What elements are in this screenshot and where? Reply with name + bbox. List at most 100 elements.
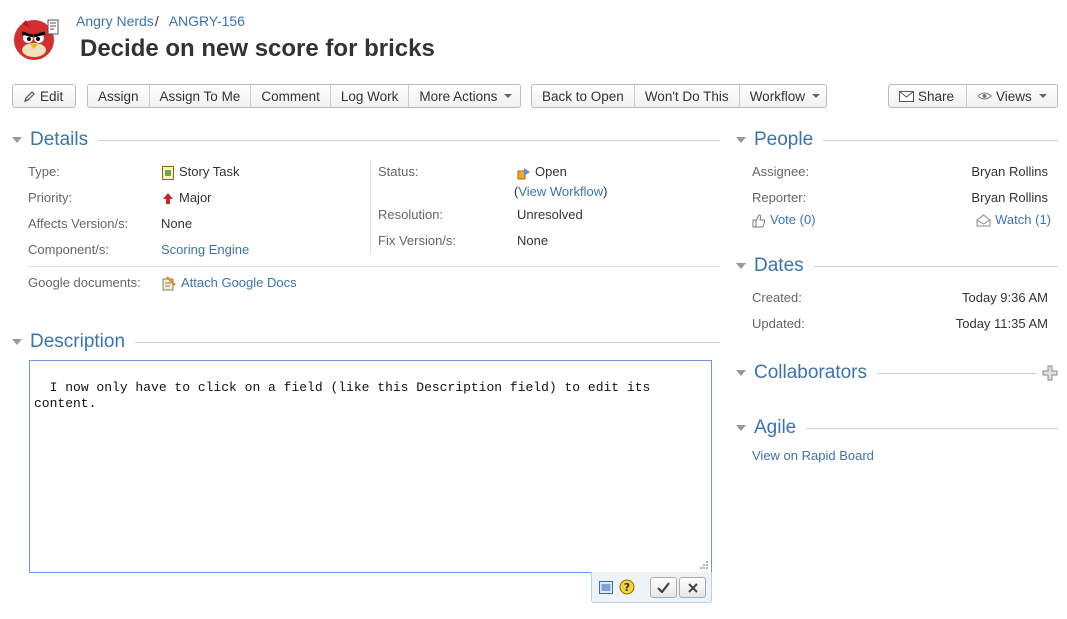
- priority-value: Major: [161, 190, 212, 206]
- updated-label: Updated:: [752, 316, 805, 331]
- workflow-button[interactable]: Workflow: [738, 85, 830, 107]
- assign-button[interactable]: Assign: [88, 85, 149, 107]
- description-textarea[interactable]: I now only have to click on a field (lik…: [29, 360, 712, 573]
- affects-version-value: None: [161, 216, 193, 231]
- wiki-preview-button[interactable]: [598, 579, 614, 595]
- envelope-icon: [899, 90, 914, 102]
- workflow-group: Back to Open Won't Do This Workflow: [531, 84, 827, 108]
- people-heading: People: [754, 129, 814, 150]
- attach-google-docs-link[interactable]: Attach Google Docs: [181, 275, 297, 290]
- reporter-label: Reporter:: [752, 190, 807, 205]
- chevron-down-icon: [811, 94, 820, 98]
- paren-close: ): [603, 184, 608, 199]
- collapse-triangle-icon[interactable]: [736, 425, 746, 431]
- assignee-value[interactable]: Bryan Rollins: [971, 164, 1048, 179]
- type-label: Type:: [28, 164, 60, 179]
- more-actions-button[interactable]: More Actions: [408, 85, 522, 107]
- inline-edit-toolbar: ?: [591, 572, 712, 603]
- resolution-value: Unresolved: [517, 207, 583, 222]
- details-section-header[interactable]: Details: [12, 128, 720, 152]
- edit-label: Edit: [40, 88, 64, 104]
- priority-text: Major: [179, 190, 212, 205]
- description-section-header[interactable]: Description: [12, 330, 720, 354]
- assignee-label: Assignee:: [752, 164, 810, 179]
- view-workflow-link[interactable]: View Workflow: [518, 184, 603, 199]
- created-value: Today 9:36 AM: [962, 290, 1048, 305]
- comment-button[interactable]: Comment: [250, 85, 330, 107]
- divider: [806, 427, 1058, 429]
- views-button[interactable]: Views: [966, 85, 1057, 107]
- help-icon: ?: [619, 579, 635, 595]
- status-value: Open: [517, 164, 567, 180]
- log-work-button[interactable]: Log Work: [329, 85, 409, 107]
- status-open-icon: [517, 167, 530, 180]
- confirm-button[interactable]: [650, 577, 677, 598]
- resolution-label: Resolution:: [378, 207, 444, 222]
- collapse-triangle-icon[interactable]: [736, 137, 746, 143]
- close-icon: [687, 582, 698, 593]
- assign-to-me-button[interactable]: Assign To Me: [148, 85, 251, 107]
- project-link[interactable]: Angry Nerds: [76, 13, 154, 29]
- affects-version-label: Affects Version/s:: [28, 216, 129, 231]
- collaborators-section-header[interactable]: Collaborators: [736, 361, 1036, 385]
- agile-heading: Agile: [754, 417, 797, 438]
- issue-key-link[interactable]: ANGRY-156: [169, 13, 245, 29]
- fix-version-value: None: [517, 233, 549, 248]
- breadcrumb: Angry Nerds/ ANGRY-156: [76, 13, 245, 29]
- details-column-divider: [370, 160, 371, 254]
- page-title[interactable]: Decide on new score for bricks: [80, 35, 435, 63]
- details-divider: [28, 266, 720, 267]
- collapse-triangle-icon[interactable]: [12, 339, 22, 345]
- pencil-icon: [24, 90, 35, 102]
- google-docs-icon: [162, 276, 176, 291]
- edit-group: Edit: [12, 84, 76, 108]
- share-views-group: Share Views: [888, 84, 1058, 108]
- watch-link[interactable]: Watch (1): [995, 212, 1051, 227]
- watch-envelope-icon: [976, 214, 991, 227]
- status-label: Status:: [378, 164, 419, 179]
- collaborators-heading: Collaborators: [754, 362, 867, 383]
- share-label: Share: [918, 88, 955, 104]
- resize-grip-icon[interactable]: [699, 560, 709, 570]
- vote-control[interactable]: Vote (0): [752, 212, 816, 228]
- add-collaborator-icon[interactable]: [1042, 365, 1058, 381]
- more-actions-label: More Actions: [419, 88, 498, 104]
- project-avatar[interactable]: [12, 14, 60, 62]
- type-value: Story Task: [161, 164, 239, 180]
- cancel-edit-button[interactable]: [679, 577, 706, 598]
- component-label: Component/s:: [28, 242, 109, 257]
- fix-version-label: Fix Version/s:: [378, 233, 457, 248]
- help-button[interactable]: ?: [618, 578, 636, 596]
- divider: [877, 372, 1036, 374]
- type-text: Story Task: [179, 164, 240, 179]
- status-text: Open: [535, 164, 567, 179]
- eye-icon: [977, 92, 992, 100]
- google-documents-label: Google documents:: [28, 275, 141, 290]
- svg-text:?: ?: [624, 581, 630, 594]
- collapse-triangle-icon[interactable]: [12, 137, 22, 143]
- story-task-icon: [162, 165, 174, 180]
- edit-button[interactable]: Edit: [13, 85, 73, 107]
- dates-section-header[interactable]: Dates: [736, 254, 1058, 278]
- view-on-rapid-board-link[interactable]: View on Rapid Board: [752, 448, 874, 463]
- watch-control[interactable]: Watch (1): [976, 212, 1051, 227]
- attach-google-docs[interactable]: Attach Google Docs: [161, 275, 297, 291]
- collapse-triangle-icon[interactable]: [736, 370, 746, 376]
- back-to-open-button[interactable]: Back to Open: [532, 85, 634, 107]
- people-section-header[interactable]: People: [736, 128, 1058, 152]
- reporter-value[interactable]: Bryan Rollins: [971, 190, 1048, 205]
- agile-section-header[interactable]: Agile: [736, 416, 1058, 440]
- view-workflow: (View Workflow): [514, 184, 607, 199]
- collapse-triangle-icon[interactable]: [736, 263, 746, 269]
- wont-do-this-button[interactable]: Won't Do This: [633, 85, 739, 107]
- dates-heading: Dates: [754, 255, 804, 276]
- views-label: Views: [996, 88, 1032, 104]
- vote-link[interactable]: Vote (0): [770, 212, 816, 227]
- updated-value: Today 11:35 AM: [955, 316, 1048, 331]
- component-link[interactable]: Scoring Engine: [161, 242, 249, 257]
- priority-major-icon: [163, 192, 173, 204]
- description-heading: Description: [30, 331, 126, 352]
- divider: [823, 139, 1058, 141]
- share-button[interactable]: Share: [889, 85, 966, 107]
- breadcrumb-separator: /: [154, 13, 159, 29]
